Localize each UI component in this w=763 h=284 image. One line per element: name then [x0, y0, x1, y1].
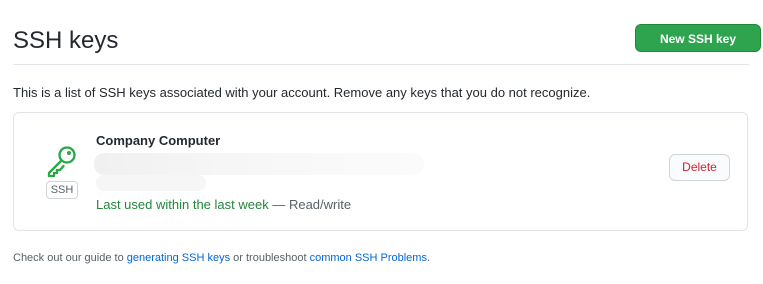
new-ssh-key-button[interactable]: New SSH key: [635, 24, 761, 52]
generating-ssh-keys-link[interactable]: generating SSH keys: [127, 252, 230, 264]
ssh-type-badge: SSH: [46, 181, 78, 199]
ssh-key-list-item: SSH Company Computer Last used within th…: [13, 112, 748, 231]
last-used-text: Last used within the last week: [96, 197, 269, 212]
common-ssh-problems-link[interactable]: common SSH Problems: [310, 252, 427, 264]
footer-middle: or troubleshoot: [230, 252, 310, 264]
key-title: Company Computer: [96, 133, 221, 148]
redacted-fingerprint: [94, 153, 424, 175]
key-icon: [45, 145, 79, 178]
redacted-fingerprint-line: [96, 175, 206, 191]
footer-prefix: Check out our guide to: [13, 252, 127, 264]
delete-key-button[interactable]: Delete: [669, 154, 730, 181]
page-description: This is a list of SSH keys associated wi…: [13, 85, 591, 100]
key-usage-status: Last used within the last week — Read/wr…: [96, 197, 351, 213]
ssh-keys-page: SSH keys New SSH key This is a list of S…: [0, 0, 763, 284]
footer-suffix: .: [426, 252, 431, 264]
access-level: Read/write: [288, 197, 352, 212]
page-title: SSH keys: [13, 27, 119, 54]
usage-separator: —: [268, 197, 289, 212]
help-footer: Check out our guide to generating SSH ke…: [13, 251, 430, 265]
page-header: SSH keys New SSH key: [13, 24, 761, 66]
header-divider: [13, 64, 749, 65]
